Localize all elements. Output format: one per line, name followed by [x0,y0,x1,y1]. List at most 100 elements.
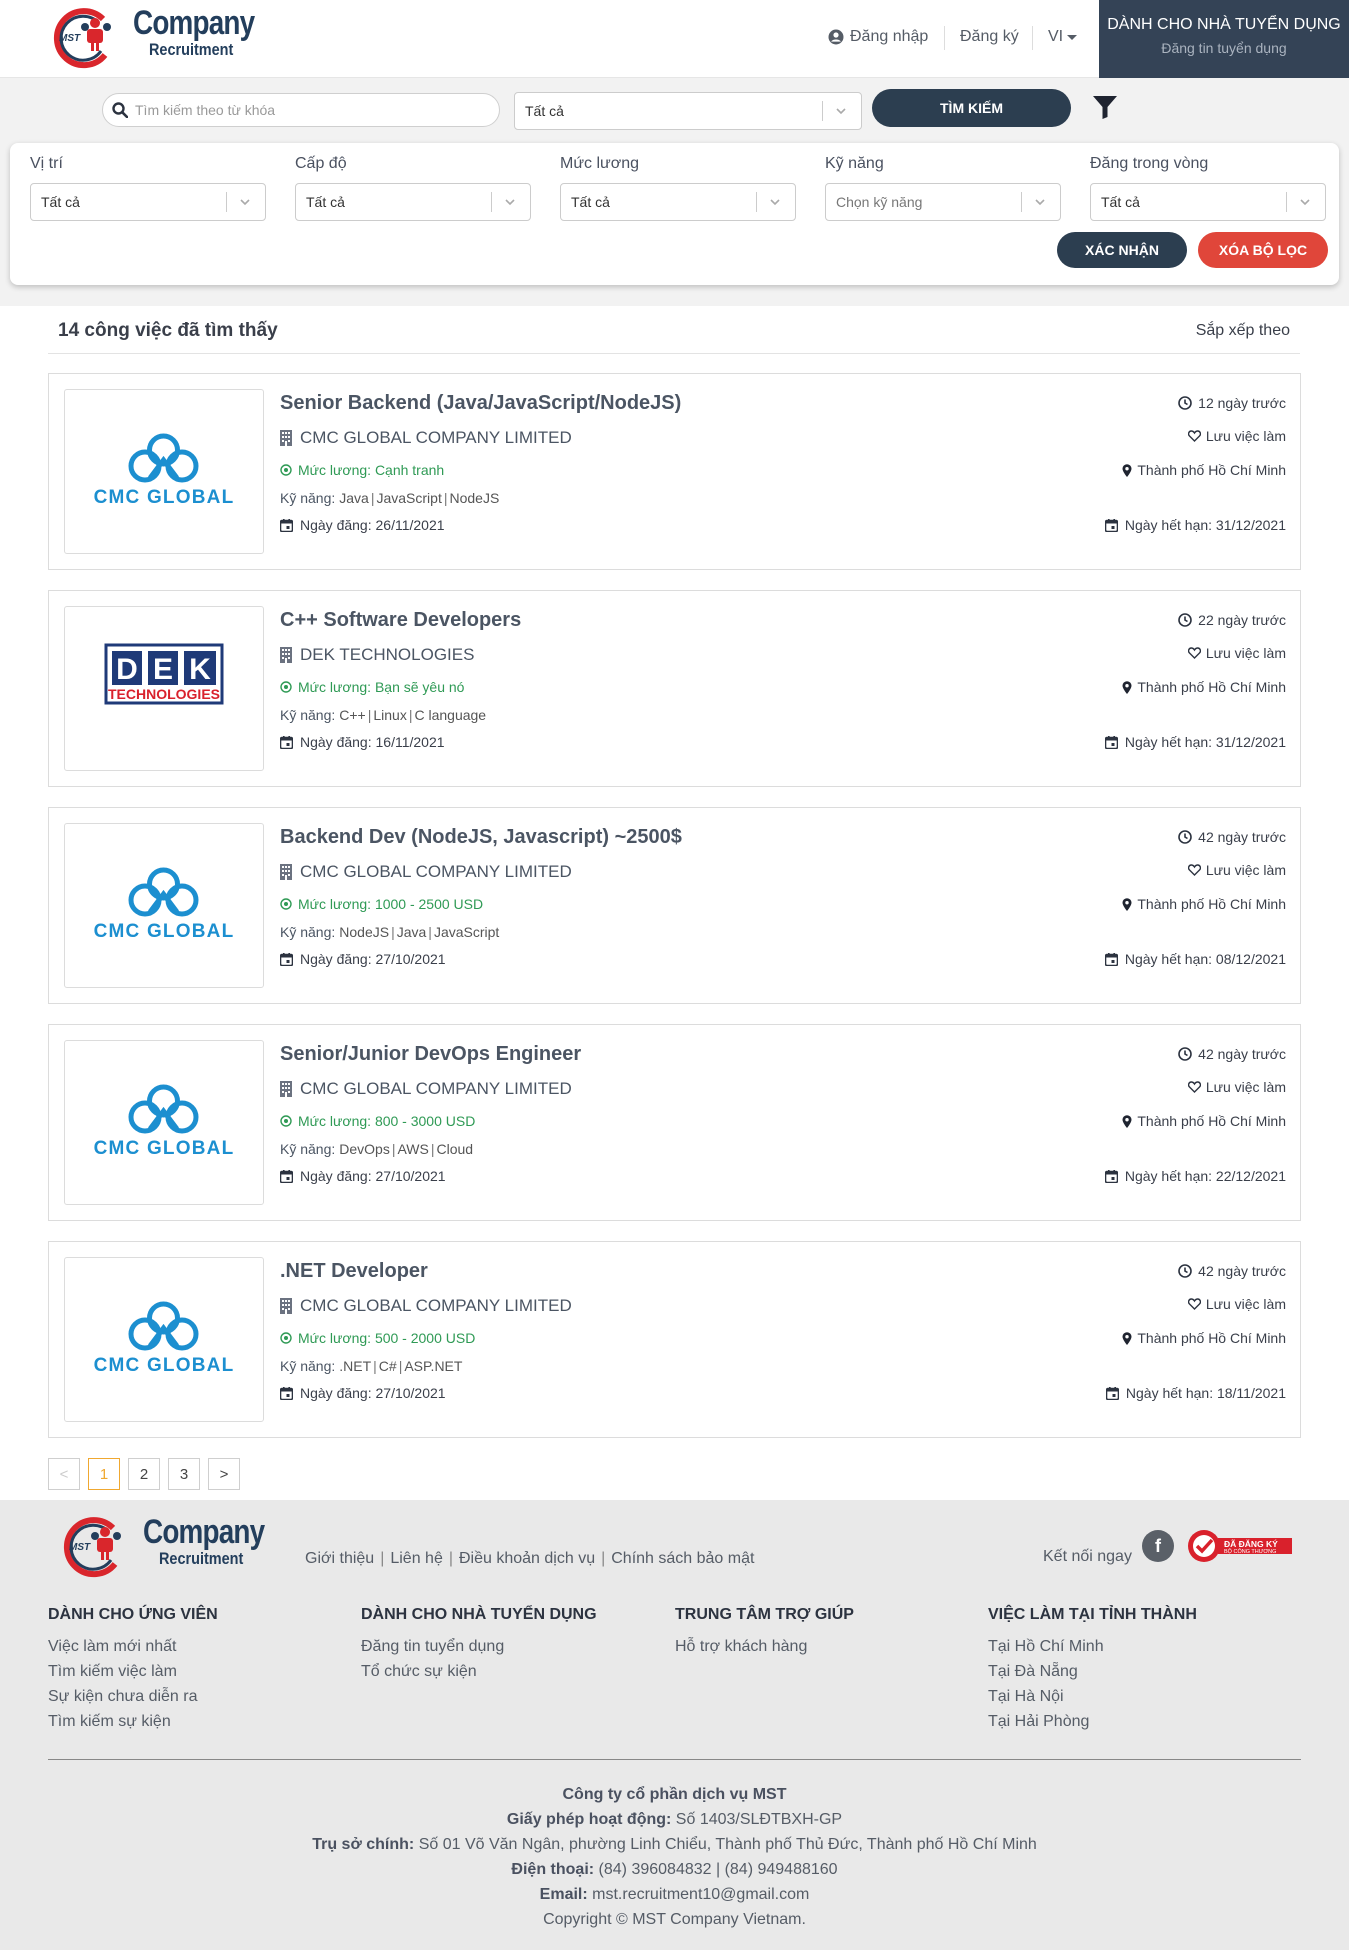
register-link[interactable]: Đăng ký [960,28,1019,46]
job-skill-tag[interactable]: C language [414,707,486,723]
filter-posted-within-select[interactable]: Tất cả [1090,183,1326,221]
job-location: Thành phố Hồ Chí Minh [1122,462,1286,478]
job-title[interactable]: C++ Software Developers [280,609,521,632]
site-header: MST Company Recruitment Đăng nhập Đăng k… [0,0,1349,78]
search-button[interactable]: TÌM KIẾM [872,89,1071,127]
money-icon [280,681,292,693]
keyword-search-input[interactable] [135,99,485,121]
job-expiry-text: Ngày hết hạn: 18/11/2021 [1125,1385,1286,1401]
save-job-button[interactable]: Lưu việc làm [1187,1296,1286,1312]
facebook-icon[interactable]: f [1142,1530,1174,1562]
job-card[interactable]: D E K TECHNOLOGIES C++ Software Developers … [48,590,1301,787]
login-link[interactable]: Đăng nhập [828,28,928,46]
company-logo[interactable]: D E K TECHNOLOGIES [64,606,264,771]
footer-link-post-job[interactable]: Đăng tin tuyển dụng [361,1634,597,1659]
skill-separator: | [443,490,448,506]
dek-logo-letter: E [153,653,173,686]
job-skill-tag[interactable]: Java [339,490,369,506]
filter-position-select[interactable]: Tất cả [30,183,266,221]
filter-icon[interactable] [1092,94,1118,120]
footer-link-search-events[interactable]: Tìm kiếm sự kiện [48,1709,218,1734]
dek-technologies-logo: D E KTECHNOLOGIES [104,643,224,705]
registered-ministry-badge[interactable]: ĐÃ ĐĂNG KÝ BỘ CÔNG THƯƠNG [1186,1526,1294,1566]
job-skill-tag[interactable]: JavaScript [434,924,499,940]
employer-portal-button[interactable]: DÀNH CHO NHÀ TUYỂN DỤNG Đăng tin tuyển d… [1099,0,1349,78]
license-label: Giấy phép hoạt động: [506,1811,672,1828]
pagination-page-3[interactable]: 3 [168,1458,200,1490]
job-title[interactable]: Backend Dev (NodeJS, Javascript) ~2500$ [280,826,682,849]
footer-link-latest-jobs[interactable]: Việc làm mới nhất [48,1634,218,1659]
company-logo[interactable]: CMC GLOBAL [64,1257,264,1422]
sort-dropdown[interactable]: Sắp xếp theo [1196,322,1290,340]
footer-link-haiphong[interactable]: Tại Hải Phòng [988,1709,1197,1734]
footer-divider [48,1759,1301,1760]
job-card[interactable]: CMC GLOBAL Senior/Junior DevOps Engineer… [48,1024,1301,1221]
keyword-search-box[interactable] [102,93,500,127]
site-footer: MST Company Recruitment Giới thiệu | Liên… [0,1500,1349,1950]
pagination-prev-button[interactable]: < [48,1458,80,1490]
job-skill-tag[interactable]: Java [397,924,427,940]
email-value[interactable]: mst.recruitment10@gmail.com [592,1886,809,1903]
job-skill-tag[interactable]: Linux [373,707,406,723]
footer-link-hcm[interactable]: Tại Hồ Chí Minh [988,1634,1197,1659]
job-skill-tag[interactable]: JavaScript [376,490,441,506]
job-company[interactable]: CMC GLOBAL COMPANY LIMITED [280,1296,572,1316]
job-skill-tag[interactable]: NodeJS [339,924,389,940]
job-posted-date: Ngày đăng: 27/10/2021 [280,1385,446,1401]
footer-link-search-jobs[interactable]: Tìm kiếm việc làm [48,1659,218,1684]
footer-link-danang[interactable]: Tại Đà Nẵng [988,1659,1197,1684]
job-salary-text: Mức lương: Cạnh tranh [298,462,445,478]
job-posted-text: Ngày đăng: 27/10/2021 [300,951,446,967]
job-posted-date: Ngày đăng: 27/10/2021 [280,1168,446,1184]
job-company[interactable]: DEK TECHNOLOGIES [280,645,474,665]
job-skill-tag[interactable]: C++ [339,707,365,723]
job-card[interactable]: CMC GLOBAL Senior Backend (Java/JavaScri… [48,373,1301,570]
pagination-page-1[interactable]: 1 [88,1458,120,1490]
footer-link-terms[interactable]: Điều khoản dịch vụ [459,1550,595,1568]
job-skill-tag[interactable]: .NET [339,1358,371,1374]
confirm-filter-button[interactable]: XÁC NHẬN [1057,232,1187,268]
save-job-button[interactable]: Lưu việc làm [1187,862,1286,878]
job-title[interactable]: Senior/Junior DevOps Engineer [280,1043,581,1066]
job-title[interactable]: Senior Backend (Java/JavaScript/NodeJS) [280,392,681,415]
category-select[interactable]: Tất cả [514,92,862,130]
brand-logo[interactable]: MST Company Recruitment [53,3,255,75]
job-title[interactable]: .NET Developer [280,1260,428,1283]
job-company[interactable]: CMC GLOBAL COMPANY LIMITED [280,862,572,882]
job-company[interactable]: CMC GLOBAL COMPANY LIMITED [280,1079,572,1099]
clear-filter-button[interactable]: XÓA BỘ LỌC [1198,232,1328,268]
footer-link-organize-event[interactable]: Tổ chức sự kiện [361,1659,597,1684]
footer-link-contact[interactable]: Liên hệ [390,1550,443,1568]
pagination-page-2[interactable]: 2 [128,1458,160,1490]
job-company[interactable]: CMC GLOBAL COMPANY LIMITED [280,428,572,448]
filter-salary: Mức lương Tất cả [560,155,796,221]
filter-skills-select[interactable]: Chọn kỹ năng [825,183,1061,221]
language-select[interactable]: VI [1048,28,1078,46]
save-job-button[interactable]: Lưu việc làm [1187,428,1286,444]
company-logo[interactable]: CMC GLOBAL [64,1040,264,1205]
company-logo[interactable]: CMC GLOBAL [64,389,264,554]
save-job-button[interactable]: Lưu việc làm [1187,1079,1286,1095]
footer-link-upcoming-events[interactable]: Sự kiện chưa diễn ra [48,1684,218,1709]
footer-brand-logo[interactable]: MST Company Recruitment [63,1512,265,1584]
footer-link-about[interactable]: Giới thiệu [305,1550,374,1568]
job-skill-tag[interactable]: C# [379,1358,397,1374]
job-skill-tag[interactable]: ASP.NET [404,1358,462,1374]
brand-tagline: Recruitment [149,40,234,59]
job-card[interactable]: CMC GLOBAL Backend Dev (NodeJS, Javascri… [48,807,1301,1004]
job-skill-tag[interactable]: NodeJS [449,490,499,506]
pagination-next-button[interactable]: > [208,1458,240,1490]
footer-link-support[interactable]: Hỗ trợ khách hàng [675,1634,854,1659]
footer-link-hanoi[interactable]: Tại Hà Nội [988,1684,1197,1709]
company-logo[interactable]: CMC GLOBAL [64,823,264,988]
phone-value: (84) 396084832 | (84) 949488160 [598,1861,838,1878]
save-job-button[interactable]: Lưu việc làm [1187,645,1286,661]
job-skill-tag[interactable]: AWS [397,1141,428,1157]
job-skill-tag[interactable]: DevOps [339,1141,390,1157]
job-card[interactable]: CMC GLOBAL .NET Developer CMC GLOBAL COM… [48,1241,1301,1438]
filter-salary-select[interactable]: Tất cả [560,183,796,221]
job-skill-tag[interactable]: Cloud [437,1141,474,1157]
footer-col-title: VIỆC LÀM TẠI TỈNH THÀNH [988,1606,1197,1623]
footer-link-privacy[interactable]: Chính sách bảo mật [611,1550,754,1568]
filter-level-select[interactable]: Tất cả [295,183,531,221]
